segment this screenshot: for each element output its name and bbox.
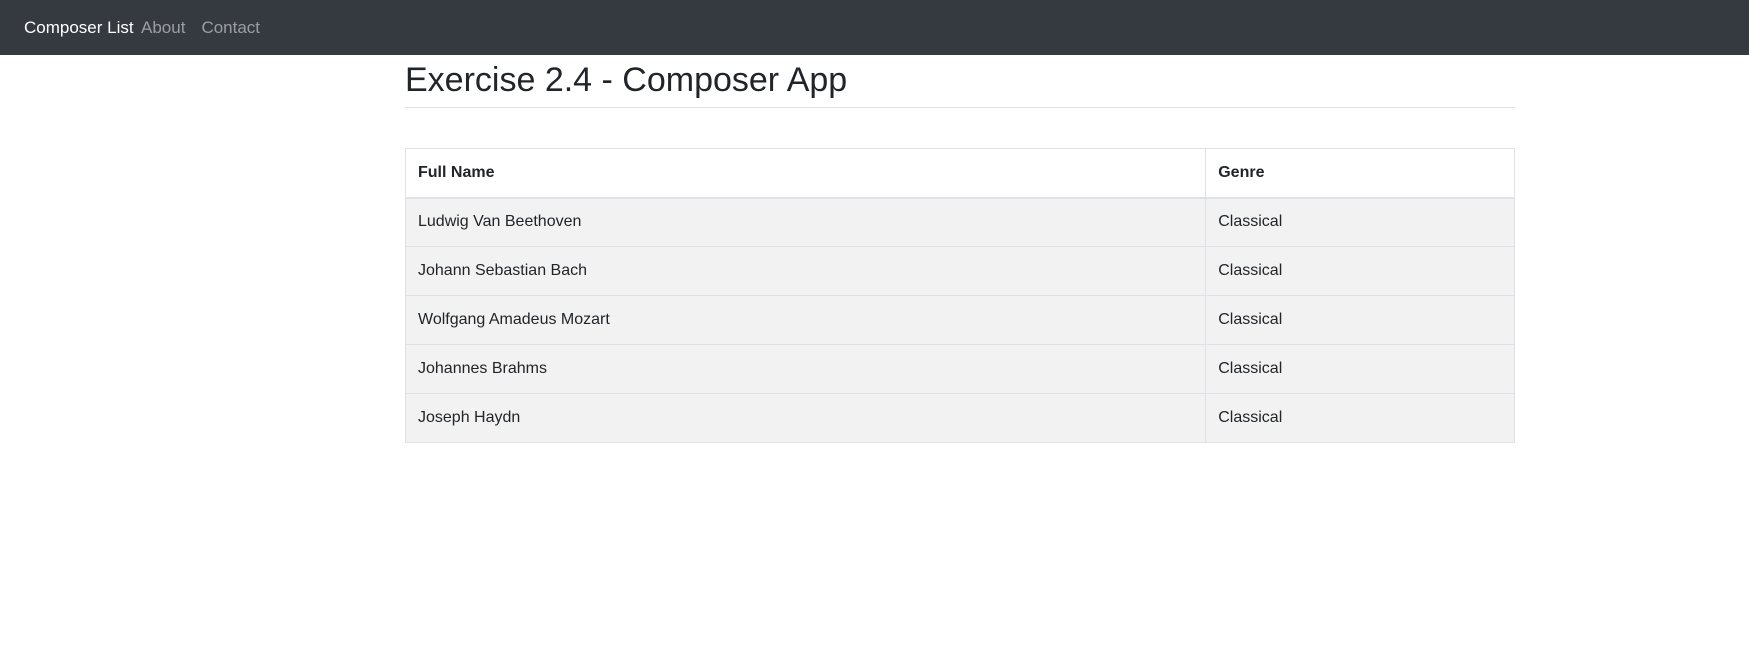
column-header-full-name: Full Name bbox=[404, 148, 1207, 199]
composer-table: Full Name Genre Ludwig Van Beethoven Cla… bbox=[404, 148, 1515, 443]
main-container: Exercise 2.4 - Composer App Full Name Ge… bbox=[404, 55, 1515, 443]
navbar: Composer List About Contact bbox=[0, 0, 1749, 55]
composer-genre-cell: Classical bbox=[1205, 295, 1515, 345]
nav-links: About Contact bbox=[141, 18, 276, 38]
navbar-brand-link[interactable]: Composer List bbox=[24, 18, 134, 38]
composer-genre-cell: Classical bbox=[1205, 393, 1515, 443]
title-divider bbox=[405, 107, 1515, 108]
composer-name-cell: Joseph Haydn bbox=[404, 393, 1207, 443]
table-row: Ludwig Van Beethoven Classical bbox=[404, 197, 1515, 247]
table-row: Johann Sebastian Bach Classical bbox=[404, 246, 1515, 296]
table-header-row: Full Name Genre bbox=[404, 148, 1515, 199]
composer-name-cell: Johann Sebastian Bach bbox=[404, 246, 1207, 296]
composer-name-cell: Ludwig Van Beethoven bbox=[404, 197, 1207, 247]
nav-link-about[interactable]: About bbox=[141, 18, 185, 38]
composer-genre-cell: Classical bbox=[1205, 344, 1515, 394]
composer-genre-cell: Classical bbox=[1205, 197, 1515, 247]
column-header-genre: Genre bbox=[1205, 148, 1515, 199]
composer-genre-cell: Classical bbox=[1205, 246, 1515, 296]
composer-name-cell: Johannes Brahms bbox=[404, 344, 1207, 394]
nav-link-contact[interactable]: Contact bbox=[201, 18, 260, 38]
composer-name-cell: Wolfgang Amadeus Mozart bbox=[404, 295, 1207, 345]
page-title: Exercise 2.4 - Composer App bbox=[405, 61, 848, 99]
table-row: Wolfgang Amadeus Mozart Classical bbox=[404, 295, 1515, 345]
table-row: Johannes Brahms Classical bbox=[404, 344, 1515, 394]
table-row: Joseph Haydn Classical bbox=[404, 393, 1515, 443]
